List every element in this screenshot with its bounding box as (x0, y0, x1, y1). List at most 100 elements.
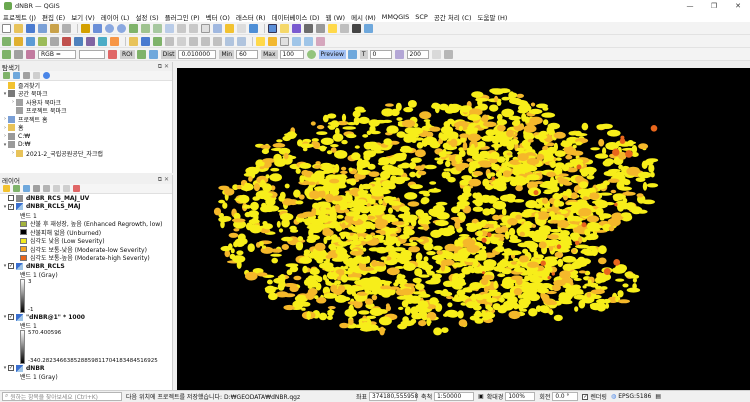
menu-layer[interactable]: 레이어 (L) (101, 12, 130, 22)
filter-legend-icon[interactable] (33, 185, 40, 192)
attribute-table-icon[interactable] (304, 23, 313, 33)
layer-row[interactable]: ▾ ✓ dNBR (0, 364, 172, 373)
browser-item[interactable]: ▾ D:₩ (0, 141, 172, 150)
python-console-icon[interactable] (364, 23, 373, 33)
expand-all-icon[interactable] (53, 185, 60, 192)
menu-web[interactable]: 웹 (W) (326, 12, 346, 22)
select-features-icon[interactable] (280, 23, 289, 33)
add-raster-icon[interactable] (38, 36, 47, 46)
refresh-icon[interactable] (249, 23, 258, 33)
collapse-all-icon[interactable] (33, 72, 40, 79)
add-delimited-icon[interactable] (62, 36, 71, 46)
save-project-icon[interactable] (26, 23, 35, 33)
coordinate-field[interactable]: 374180,555958 (369, 392, 418, 401)
label-pin-icon[interactable] (268, 36, 277, 46)
layout-manager-icon[interactable] (62, 23, 71, 33)
layers-panel-close-icon[interactable]: ⧉ ✕ (158, 176, 169, 184)
vertex-tool-icon[interactable] (165, 36, 174, 46)
map-tips-icon[interactable] (352, 23, 361, 33)
zoom-last-icon[interactable] (177, 23, 186, 33)
annotation-icon[interactable] (340, 23, 349, 33)
add-wms-icon[interactable] (98, 36, 107, 46)
scp-remove-temp-icon[interactable] (431, 49, 441, 59)
new-project-icon[interactable] (2, 23, 11, 33)
band-set-combo[interactable]: RGB = (38, 49, 76, 59)
scp-zoom-preview-icon[interactable] (306, 49, 316, 59)
redo-icon[interactable] (237, 36, 246, 46)
map-themes-icon[interactable] (23, 185, 30, 192)
map-canvas[interactable] (177, 68, 750, 390)
magnifier-spinbox[interactable]: 100% (505, 392, 536, 401)
add-mesh-icon[interactable] (50, 36, 59, 46)
new-map-view-icon[interactable] (201, 23, 210, 33)
browser-item[interactable]: › 홈 (0, 124, 172, 132)
collapse-layers-icon[interactable] (63, 185, 70, 192)
field-calculator-icon[interactable] (316, 23, 325, 33)
browser-item[interactable]: 즐겨찾기 (0, 81, 172, 90)
scp-menu-icon[interactable] (14, 49, 23, 59)
legend-class-item[interactable]: 심각도 보통-높음 (Moderate-high Severity) (0, 254, 172, 262)
zoom-full-icon[interactable] (129, 23, 138, 33)
undo-icon[interactable] (225, 36, 234, 46)
label-show-icon[interactable] (280, 36, 289, 46)
pan-to-selection-icon[interactable] (93, 23, 102, 33)
minimize-button[interactable]: — (678, 0, 702, 11)
temporal-controller-icon[interactable] (213, 23, 222, 33)
menu-processing[interactable]: 공간 처리 (C) (434, 12, 472, 22)
add-vector-icon[interactable] (26, 36, 35, 46)
label-tool-icon[interactable] (256, 36, 265, 46)
edit-pencil-icon[interactable] (129, 36, 138, 46)
scp-dock-icon[interactable] (2, 49, 11, 59)
paste-features-icon[interactable] (213, 36, 222, 46)
lock-icon[interactable]: ▣ (478, 393, 484, 400)
s-input[interactable]: 200 (406, 49, 429, 59)
browser-item[interactable]: › C:₩ (0, 132, 172, 141)
browser-item[interactable]: › 프로젝트 홈 (0, 115, 172, 124)
layer-row[interactable]: ▾ ✓ "dNBR@1" * 1000 (0, 313, 172, 322)
layer-visibility-checkbox[interactable]: ✓ (8, 263, 14, 270)
cut-features-icon[interactable] (189, 36, 198, 46)
roi-button[interactable]: ROI (120, 49, 135, 59)
new-layer-icon[interactable] (14, 36, 23, 46)
zoom-next-icon[interactable] (189, 23, 198, 33)
scp-s-icon[interactable] (394, 49, 404, 59)
crs-label[interactable]: EPSG:5186 (618, 393, 651, 400)
add-spatialite-icon[interactable] (86, 36, 95, 46)
maximize-button[interactable]: ❐ (702, 0, 726, 11)
layer-visibility-checkbox[interactable] (8, 195, 14, 202)
locator-search-input[interactable]: ⌕ 원하는 항목을 찾아보세요 (Ctrl+K) (2, 392, 122, 401)
data-source-manager-icon[interactable] (2, 36, 11, 46)
scp-more-icon[interactable] (443, 49, 453, 59)
add-feature-icon[interactable] (153, 36, 162, 46)
add-selected-icon[interactable] (3, 72, 10, 79)
style-layer-icon[interactable] (3, 185, 10, 192)
t-input[interactable]: 0 (369, 49, 392, 59)
menu-scp[interactable]: SCP (415, 13, 428, 21)
globe-crs-icon[interactable]: ◍ (611, 393, 616, 400)
menu-help[interactable]: 도움말 (H) (477, 12, 507, 22)
remove-layer-icon[interactable] (73, 185, 80, 192)
layer-visibility-checkbox[interactable]: ✓ (8, 365, 14, 372)
label-move-icon[interactable] (292, 36, 301, 46)
browser-item[interactable]: ▾ 공간 북마크 (0, 90, 172, 98)
print-layout-icon[interactable] (50, 23, 59, 33)
zoom-out-icon[interactable] (117, 23, 126, 33)
close-button[interactable]: ✕ (726, 0, 750, 11)
bookmark-icon[interactable] (225, 23, 234, 33)
min-input[interactable]: 60 (236, 49, 259, 59)
menu-vector[interactable]: 벡터 (O) (206, 12, 230, 22)
menu-mmqgis[interactable]: MMQGIS (382, 13, 409, 21)
scale-combo[interactable]: 1:50000 (434, 392, 475, 401)
scp-roi-marker-icon[interactable] (108, 49, 117, 59)
zoom-layer-icon[interactable] (153, 23, 162, 33)
zoom-in-icon[interactable] (105, 23, 114, 33)
menu-mesh[interactable]: 메시 (M) (351, 12, 376, 22)
layer-row[interactable]: dNBR_RCS_MAJ_UV (0, 194, 172, 203)
layer-row[interactable]: ▾ ✓ dNBR_RCLS (0, 262, 172, 271)
browser-item[interactable]: › 2021-2_국립공원공단_자크랩 (0, 149, 172, 158)
delete-selected-icon[interactable] (177, 36, 186, 46)
browser-item[interactable]: › 사용자 북마크 (0, 98, 172, 107)
max-input[interactable]: 100 (279, 49, 304, 59)
filter-expression-icon[interactable] (43, 185, 50, 192)
pan-hand-icon[interactable] (81, 23, 90, 33)
